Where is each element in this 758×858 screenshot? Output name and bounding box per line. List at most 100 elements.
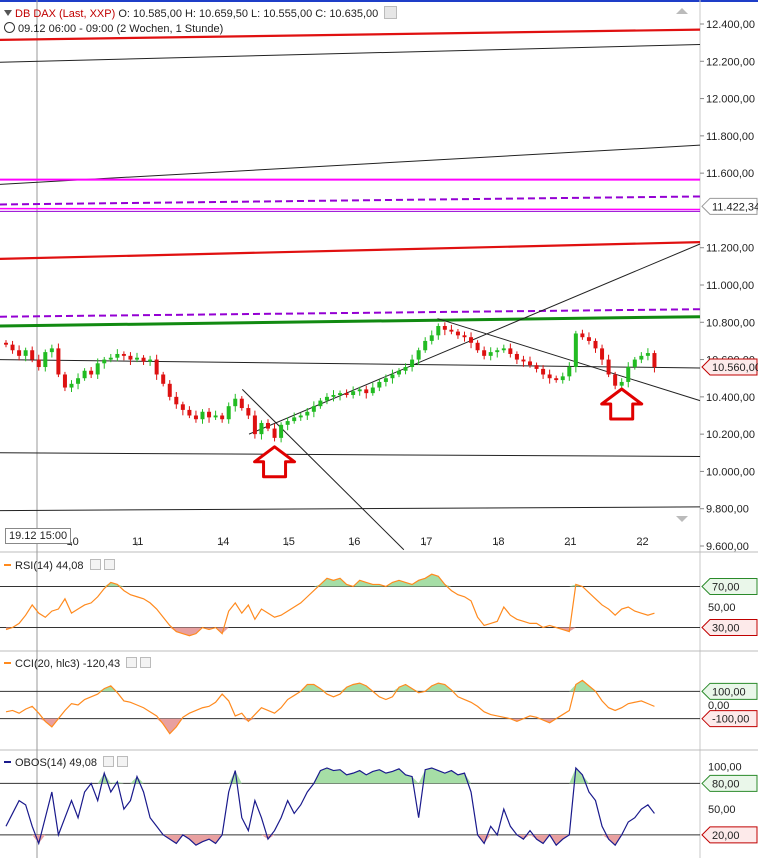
candle-body bbox=[639, 355, 644, 360]
trend-line-black-lower[interactable] bbox=[0, 452, 701, 458]
rsi-close-icon[interactable] bbox=[103, 559, 115, 570]
trend-line-purple-dashed-1[interactable] bbox=[0, 195, 701, 206]
obos-color-marker bbox=[4, 761, 11, 763]
candle-body bbox=[567, 367, 572, 377]
candle-body bbox=[619, 381, 624, 386]
candle-body bbox=[141, 357, 146, 362]
rsi-settings-icon[interactable] bbox=[89, 559, 101, 570]
trend-line-black-downtrend-right[interactable] bbox=[437, 318, 701, 402]
candle-body bbox=[338, 393, 343, 395]
y-tick-label: 10.800,00 bbox=[706, 317, 755, 329]
trend-line-green-support[interactable] bbox=[0, 315, 701, 328]
candle-body bbox=[95, 363, 100, 375]
candle-body bbox=[207, 411, 212, 418]
obos-legend: OBOS(14) 49,08 bbox=[4, 756, 129, 769]
candle-body bbox=[62, 374, 67, 388]
candle-body bbox=[121, 353, 126, 356]
cci-settings-icon[interactable] bbox=[126, 657, 138, 668]
y-tick-label: 11.200,00 bbox=[706, 243, 754, 255]
y-tick-label: 9.600,00 bbox=[706, 541, 749, 553]
x-tick-label: 21 bbox=[564, 536, 576, 548]
rsi-color-marker bbox=[4, 564, 11, 566]
rsi-oversold-fill bbox=[6, 627, 655, 636]
candle-body bbox=[174, 396, 179, 405]
rsi-tag: 70,00 bbox=[712, 582, 740, 594]
candle-body bbox=[246, 408, 251, 416]
trend-line-black-bottom[interactable] bbox=[0, 506, 701, 512]
candle-body bbox=[514, 353, 519, 360]
candle-body bbox=[429, 335, 434, 341]
candle-body bbox=[161, 374, 166, 384]
candle-body bbox=[600, 348, 605, 360]
candle-body bbox=[23, 350, 28, 356]
candle-body bbox=[469, 337, 474, 343]
scroll-up-icon[interactable] bbox=[676, 8, 688, 14]
candle-body bbox=[292, 417, 297, 422]
obos-tag: 20,00 bbox=[712, 830, 740, 842]
candle-body bbox=[403, 367, 408, 371]
y-tick-label: 12.000,00 bbox=[706, 94, 755, 106]
instrument-name: DB DAX (Last, XXP) bbox=[15, 8, 116, 20]
candle-body bbox=[266, 422, 270, 429]
x-tick-label: 22 bbox=[636, 536, 648, 548]
obos-y-tick-label: 100,00 bbox=[708, 761, 742, 773]
settings-icon[interactable] bbox=[384, 6, 398, 19]
candle-body bbox=[305, 411, 310, 416]
candle-body bbox=[135, 357, 139, 360]
candle-body bbox=[193, 415, 198, 420]
candle-body bbox=[580, 333, 585, 338]
candle-body bbox=[298, 415, 303, 418]
candle-body bbox=[370, 387, 375, 394]
collapse-triangle-icon[interactable] bbox=[4, 10, 12, 16]
candle-body bbox=[167, 383, 172, 397]
trend-line-purple-dashed-2[interactable] bbox=[0, 308, 701, 318]
y-tick-label: 10.400,00 bbox=[706, 392, 755, 404]
candle-body bbox=[423, 340, 428, 351]
cci-legend: CCI(20, hlc3) -120,43 bbox=[4, 657, 152, 670]
cci-tag: 100,00 bbox=[712, 686, 746, 698]
candle-body bbox=[213, 415, 218, 418]
cci-close-icon[interactable] bbox=[140, 657, 152, 668]
chart-area: 12.400,00 12.200,00 12.000,00 11.800,00 11.6… bbox=[0, 0, 758, 858]
candle-body bbox=[632, 359, 637, 368]
candle-body bbox=[410, 359, 415, 368]
candle-body bbox=[593, 340, 598, 349]
y-tick-label: 12.200,00 bbox=[706, 56, 755, 68]
trend-line-black-upper[interactable] bbox=[0, 44, 701, 63]
candle-body bbox=[4, 342, 8, 345]
y-tick-label: 10.000,00 bbox=[706, 466, 755, 478]
obos-title: OBOS(14) bbox=[15, 757, 67, 769]
x-tick-label: 15 bbox=[283, 536, 295, 548]
candle-body bbox=[652, 353, 657, 368]
candle-body bbox=[626, 367, 631, 382]
candle-body bbox=[30, 350, 35, 360]
trend-line-black-channel-top[interactable] bbox=[0, 144, 701, 185]
obos-close-icon[interactable] bbox=[117, 756, 129, 767]
candle-body bbox=[351, 391, 356, 395]
obos-settings-icon[interactable] bbox=[103, 756, 115, 767]
candle-body bbox=[82, 370, 87, 379]
candle-body bbox=[508, 348, 513, 354]
trend-line-magenta-solid-2[interactable] bbox=[0, 207, 701, 211]
chart-header: DB DAX (Last, XXP) O: 10.585,00 H: 10.65… bbox=[4, 6, 398, 21]
candle-body bbox=[76, 378, 81, 384]
candle-body bbox=[69, 383, 74, 388]
candle-body bbox=[49, 348, 54, 353]
candle-body bbox=[233, 398, 238, 407]
candle-body bbox=[128, 355, 133, 360]
rsi-tag: 30,00 bbox=[712, 623, 740, 635]
candle-body bbox=[462, 335, 467, 338]
scroll-down-icon[interactable] bbox=[676, 516, 688, 522]
candle-body bbox=[455, 331, 460, 336]
candle-body bbox=[36, 359, 41, 368]
candle-body bbox=[573, 333, 578, 368]
candle-body bbox=[449, 329, 454, 332]
candle-body bbox=[475, 342, 480, 351]
obos-y-tick-label: 50,00 bbox=[708, 804, 736, 816]
trend-line-red-middle[interactable] bbox=[0, 241, 701, 260]
candle-body bbox=[534, 365, 539, 369]
candle-body bbox=[115, 353, 120, 358]
y-tick-label: 10.200,00 bbox=[706, 429, 755, 441]
rsi-y-tick-label: 50,00 bbox=[708, 602, 736, 614]
obos-value: 49,08 bbox=[69, 757, 97, 769]
